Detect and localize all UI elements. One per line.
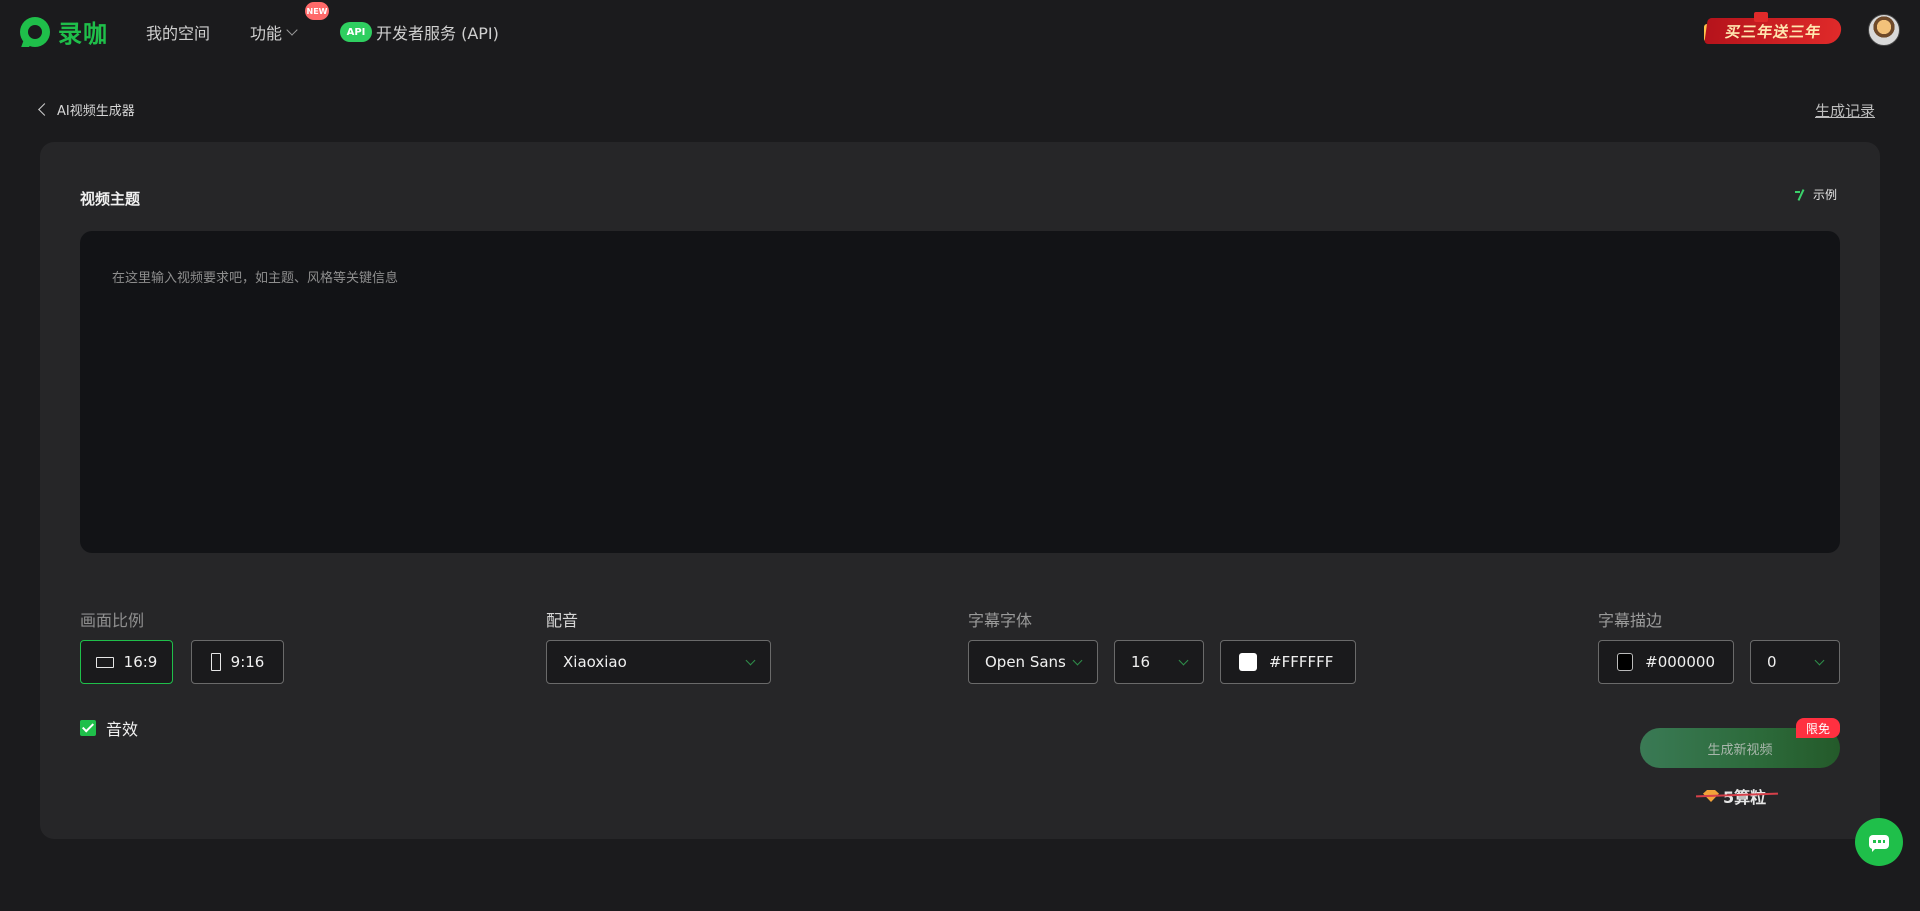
nav-features[interactable]: 功能 — [250, 20, 298, 44]
chevron-down-icon — [1814, 655, 1825, 665]
ratio-16-9-label: 16:9 — [123, 653, 158, 671]
font-family-value: Open Sans — [985, 653, 1066, 671]
user-avatar[interactable] — [1868, 14, 1900, 46]
history-link[interactable]: 生成记录 — [1815, 100, 1875, 121]
font-family-select[interactable]: Open Sans — [968, 640, 1098, 684]
chevron-down-icon — [1072, 655, 1083, 665]
sound-effect-label: 音效 — [106, 720, 139, 739]
topic-input[interactable] — [80, 231, 1840, 553]
chevron-left-icon — [38, 103, 51, 116]
ratio-9-16-label: 9:16 — [230, 653, 265, 671]
ratio-16-9-button[interactable]: 16:9 — [80, 640, 173, 684]
font-size-select[interactable]: 16 — [1114, 640, 1204, 684]
page-title: AI视频生成器 — [57, 104, 135, 119]
topic-title: 视频主题 — [80, 190, 141, 208]
chevron-down-icon — [286, 24, 298, 36]
example-button[interactable]: 示例 — [1795, 186, 1837, 203]
landscape-icon — [95, 656, 114, 668]
brand-name: 录咖 — [58, 20, 108, 48]
free-badge: 限免 — [1796, 718, 1840, 738]
font-color-value: #FFFFFF — [1269, 653, 1334, 671]
top-nav: 录咖 我的空间 功能 NEW API 开发者服务 (API) 买三年送三年 — [0, 0, 1920, 62]
chat-support-button[interactable] — [1855, 818, 1903, 866]
brand-logo[interactable]: 录咖 — [20, 14, 108, 49]
portrait-icon — [210, 653, 221, 671]
nav-developer-api-label: 开发者服务 (API) — [376, 24, 499, 43]
logo-icon — [20, 16, 50, 47]
nav-features-label: 功能 — [250, 24, 283, 43]
voice-label: 配音 — [546, 611, 579, 630]
nav-my-space[interactable]: 我的空间 — [146, 20, 210, 44]
sparkle-icon — [1795, 189, 1807, 201]
chevron-down-icon — [1178, 655, 1189, 665]
voice-value: Xiaoxiao — [563, 653, 627, 671]
subtitle-stroke-label: 字幕描边 — [1598, 611, 1663, 630]
promo-banner[interactable]: 买三年送三年 — [1704, 18, 1843, 44]
stroke-width-value: 0 — [1767, 653, 1777, 671]
stroke-width-select[interactable]: 0 — [1750, 640, 1840, 684]
ratio-9-16-button[interactable]: 9:16 — [191, 640, 284, 684]
font-size-value: 16 — [1131, 653, 1151, 671]
back-link[interactable]: AI视频生成器 — [38, 100, 135, 119]
aspect-ratio-label: 画面比例 — [80, 611, 145, 630]
example-label: 示例 — [1813, 188, 1838, 202]
subtitle-font-label: 字幕字体 — [968, 611, 1033, 630]
black-swatch — [1617, 653, 1634, 671]
checkbox-checked-icon — [80, 720, 96, 736]
stroke-color-value: #000000 — [1645, 653, 1715, 671]
api-cloud-icon: API — [340, 22, 372, 42]
promo-tag-icon — [1754, 12, 1768, 22]
sound-effect-checkbox[interactable]: 音效 — [80, 716, 138, 740]
stroke-color-picker[interactable]: #000000 — [1598, 640, 1734, 684]
chat-icon — [1869, 835, 1889, 852]
white-swatch — [1239, 653, 1257, 671]
nav-developer-api[interactable]: API 开发者服务 (API) — [340, 20, 499, 44]
font-color-picker[interactable]: #FFFFFF — [1220, 640, 1356, 684]
chevron-down-icon — [745, 655, 756, 665]
voice-select[interactable]: Xiaoxiao — [546, 640, 771, 684]
new-badge: NEW — [305, 2, 329, 20]
